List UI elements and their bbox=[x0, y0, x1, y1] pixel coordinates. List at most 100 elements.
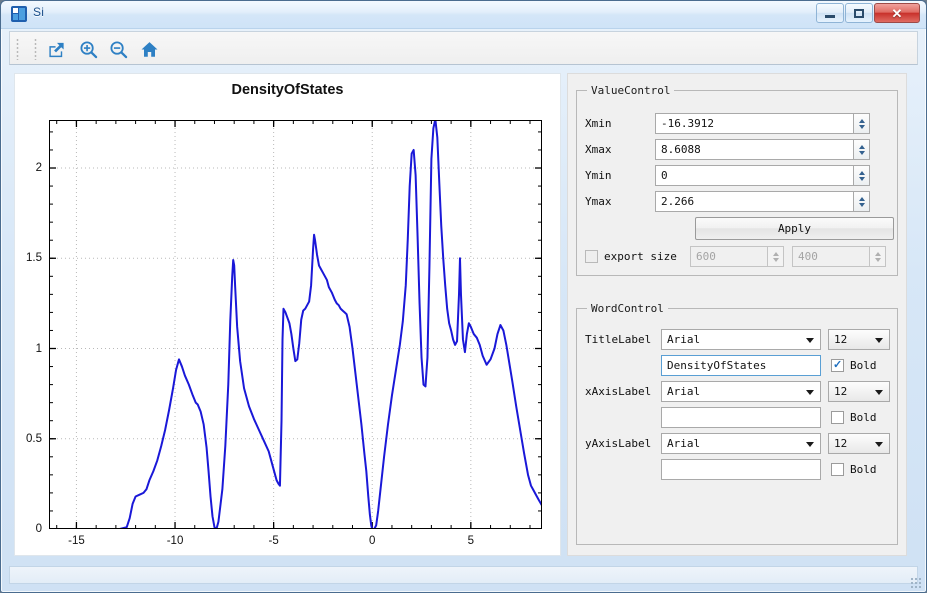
home-icon[interactable] bbox=[135, 36, 163, 62]
export-size-label: export size bbox=[604, 250, 690, 263]
word-control-group: WordControl TitleLabel Arial 12 DensityO… bbox=[576, 302, 898, 545]
ymax-input[interactable]: 2.266 bbox=[655, 191, 854, 212]
x-tick-label: -5 bbox=[269, 535, 279, 547]
export-icon[interactable] bbox=[42, 36, 70, 62]
y-tick-label: 0.5 bbox=[26, 433, 42, 445]
plot-panel[interactable]: DensityOfStates 00.511.52 -15-10-505 bbox=[14, 73, 561, 556]
xmax-row: Xmax 8.6088 bbox=[585, 139, 870, 160]
title-bar: Si ✕ bbox=[1, 1, 926, 29]
y-tick-label: 0 bbox=[36, 523, 42, 535]
close-button[interactable]: ✕ bbox=[874, 3, 920, 23]
export-height-stepper[interactable] bbox=[870, 246, 886, 267]
export-width-input[interactable]: 600 bbox=[690, 246, 768, 267]
chart-title: DensityOfStates bbox=[15, 82, 560, 98]
yaxis-size-select[interactable]: 12 bbox=[828, 433, 890, 454]
title-bold-checkbox[interactable]: ✓ bbox=[831, 359, 844, 372]
window-title: Si bbox=[33, 5, 44, 19]
xaxis-label-row: xAxisLabel Arial 12 bbox=[585, 381, 890, 402]
title-label-row: TitleLabel Arial 12 bbox=[585, 329, 890, 350]
ymin-label: Ymin bbox=[585, 169, 655, 182]
yaxis-bold-checkbox[interactable] bbox=[831, 463, 844, 476]
xaxis-font-select[interactable]: Arial bbox=[661, 381, 821, 402]
yaxis-text-input[interactable] bbox=[661, 459, 821, 480]
yaxis-text-row: Bold bbox=[661, 459, 877, 480]
xaxis-size-select[interactable]: 12 bbox=[828, 381, 890, 402]
y-tick-label: 2 bbox=[36, 162, 42, 174]
maximize-button[interactable] bbox=[845, 3, 873, 23]
x-tick-label: -10 bbox=[167, 535, 184, 547]
xaxis-bold-label: Bold bbox=[850, 411, 877, 424]
xaxis-font-value: Arial bbox=[667, 385, 700, 398]
word-control-legend: WordControl bbox=[587, 302, 668, 315]
chevron-down-icon bbox=[806, 338, 814, 343]
yaxis-size-value: 12 bbox=[834, 437, 847, 450]
value-control-legend: ValueControl bbox=[587, 84, 674, 97]
ymin-input[interactable]: 0 bbox=[655, 165, 854, 186]
chevron-down-icon bbox=[875, 442, 883, 447]
toolbar-grip[interactable] bbox=[34, 38, 37, 60]
resize-grip[interactable] bbox=[910, 577, 922, 589]
xmin-label: Xmin bbox=[585, 117, 655, 130]
status-bar bbox=[9, 566, 918, 584]
title-text-row: DensityOfStates ✓ Bold bbox=[661, 355, 877, 376]
xaxis-text-row: Bold bbox=[661, 407, 877, 428]
app-icon bbox=[11, 6, 27, 22]
xaxis-text-input[interactable] bbox=[661, 407, 821, 428]
export-size-checkbox[interactable] bbox=[585, 250, 598, 263]
ymax-row: Ymax 2.266 bbox=[585, 191, 870, 212]
xmin-stepper[interactable] bbox=[854, 113, 870, 134]
title-bold-label: Bold bbox=[850, 359, 877, 372]
chevron-down-icon bbox=[806, 390, 814, 395]
title-size-value: 12 bbox=[834, 333, 847, 346]
control-panel: ValueControl Xmin -16.3912 Xmax 8.6088 Y… bbox=[567, 73, 907, 556]
window-buttons: ✕ bbox=[816, 3, 920, 23]
minimize-button[interactable] bbox=[816, 3, 844, 23]
zoom-out-icon[interactable] bbox=[104, 36, 132, 62]
toolbar-grip[interactable] bbox=[16, 38, 19, 60]
ymin-row: Ymin 0 bbox=[585, 165, 870, 186]
title-font-select[interactable]: Arial bbox=[661, 329, 821, 350]
x-tick-label: 5 bbox=[468, 535, 474, 547]
check-icon: ✓ bbox=[833, 361, 842, 370]
yaxis-bold-label: Bold bbox=[850, 463, 877, 476]
export-width-stepper[interactable] bbox=[768, 246, 784, 267]
chevron-down-icon bbox=[875, 338, 883, 343]
toolbar bbox=[9, 31, 918, 65]
yaxis-font-value: Arial bbox=[667, 437, 700, 450]
xmin-input[interactable]: -16.3912 bbox=[655, 113, 854, 134]
application-window: Si ✕ bbox=[0, 0, 927, 593]
xmax-input[interactable]: 8.6088 bbox=[655, 139, 854, 160]
ymax-stepper[interactable] bbox=[854, 191, 870, 212]
value-control-group: ValueControl Xmin -16.3912 Xmax 8.6088 Y… bbox=[576, 84, 898, 276]
y-tick-label: 1 bbox=[36, 343, 42, 355]
xmax-stepper[interactable] bbox=[854, 139, 870, 160]
chart-axes: 00.511.52 -15-10-505 bbox=[49, 120, 542, 529]
xaxis-bold-checkbox[interactable] bbox=[831, 411, 844, 424]
ymax-label: Ymax bbox=[585, 195, 655, 208]
chevron-down-icon bbox=[875, 390, 883, 395]
xaxis-size-value: 12 bbox=[834, 385, 847, 398]
title-size-select[interactable]: 12 bbox=[828, 329, 890, 350]
xaxis-label-caption: xAxisLabel bbox=[585, 385, 661, 398]
y-tick-label: 1.5 bbox=[26, 252, 42, 264]
x-tick-label: -15 bbox=[68, 535, 85, 547]
ymin-stepper[interactable] bbox=[854, 165, 870, 186]
chevron-down-icon bbox=[806, 442, 814, 447]
title-label-caption: TitleLabel bbox=[585, 333, 661, 346]
x-tick-label: 0 bbox=[369, 535, 375, 547]
title-text-input[interactable]: DensityOfStates bbox=[661, 355, 821, 376]
axes-frame bbox=[49, 120, 542, 529]
maximize-icon bbox=[854, 9, 864, 18]
xmin-row: Xmin -16.3912 bbox=[585, 113, 870, 134]
title-font-value: Arial bbox=[667, 333, 700, 346]
xmax-label: Xmax bbox=[585, 143, 655, 156]
export-height-input[interactable]: 400 bbox=[792, 246, 870, 267]
zoom-in-icon[interactable] bbox=[74, 36, 102, 62]
apply-button[interactable]: Apply bbox=[695, 217, 894, 240]
close-icon: ✕ bbox=[892, 7, 903, 20]
yaxis-font-select[interactable]: Arial bbox=[661, 433, 821, 454]
yaxis-label-row: yAxisLabel Arial 12 bbox=[585, 433, 890, 454]
export-size-row: export size 600 400 bbox=[585, 246, 886, 267]
yaxis-label-caption: yAxisLabel bbox=[585, 437, 661, 450]
minimize-icon bbox=[825, 15, 835, 18]
